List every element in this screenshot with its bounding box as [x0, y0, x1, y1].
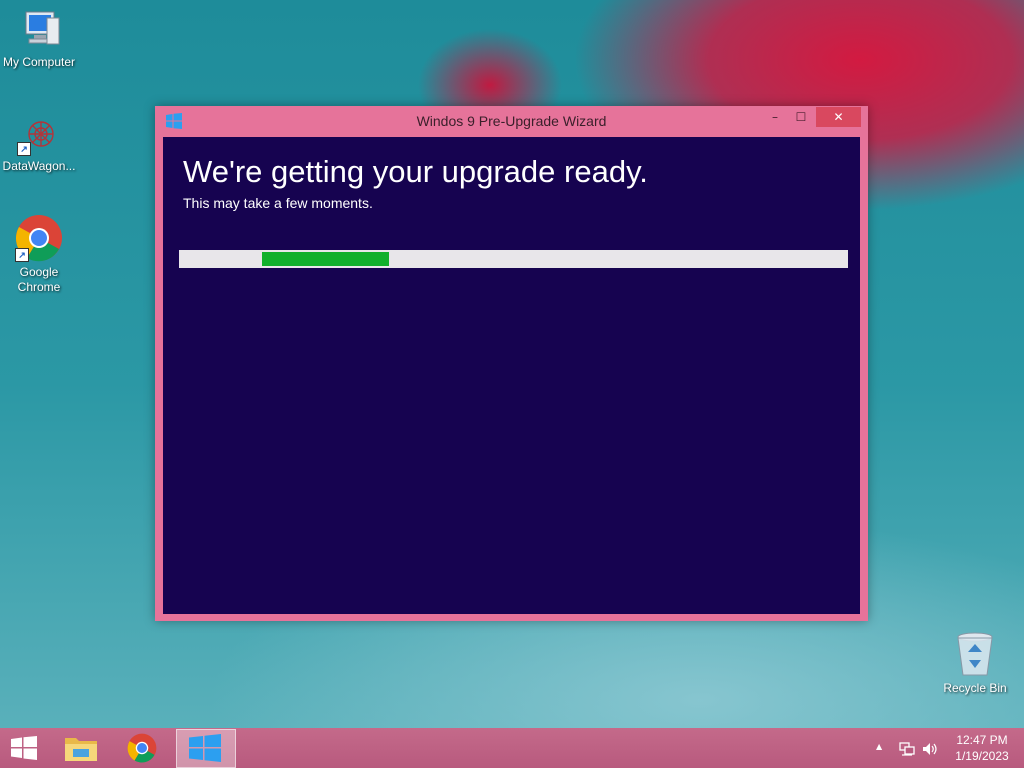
show-hidden-icons-chevron[interactable]: ▲	[876, 742, 882, 751]
taskbar: ▲ 12:47 PM 1/19/2023	[0, 728, 1024, 768]
desktop-icon-datawagon[interactable]: ↗ DataWagon...	[0, 114, 78, 174]
datawagon-icon: ↗	[17, 114, 61, 156]
system-tray: ▲ 12:47 PM 1/19/2023	[870, 728, 1024, 768]
chrome-icon	[127, 733, 157, 767]
computer-icon	[17, 10, 61, 52]
desktop-icon-label: Google Chrome	[17, 265, 61, 294]
windows-logo-icon	[189, 734, 221, 766]
desktop-icon-my-computer[interactable]: My Computer	[0, 10, 78, 70]
start-button[interactable]	[0, 728, 48, 768]
desktop-icon-label: DataWagon...	[2, 159, 76, 173]
network-icon[interactable]	[899, 741, 915, 760]
desktop: My Computer ↗ DataWagon... ↗ Google Chro…	[0, 0, 1024, 768]
shortcut-arrow-icon: ↗	[17, 142, 31, 156]
page-title: We're getting your upgrade ready.	[183, 154, 648, 189]
clock[interactable]: 12:47 PM 1/19/2023	[950, 732, 1014, 764]
clock-date: 1/19/2023	[955, 749, 1009, 763]
progress-indicator	[262, 252, 389, 266]
shortcut-arrow-icon: ↗	[15, 248, 29, 262]
recycle-bin-icon	[955, 630, 995, 678]
clock-time: 12:47 PM	[956, 733, 1008, 747]
desktop-icon-label: Recycle Bin	[943, 681, 1007, 695]
folder-icon	[64, 734, 98, 766]
volume-icon[interactable]	[922, 741, 938, 760]
status-subtext: This may take a few moments.	[183, 195, 373, 211]
maximize-button[interactable]: ☐	[793, 108, 809, 126]
window-title: Windos 9 Pre-Upgrade Wizard	[416, 113, 607, 129]
desktop-icon-recycle-bin[interactable]: Recycle Bin	[936, 630, 1014, 696]
taskbar-file-explorer[interactable]	[52, 728, 110, 768]
pre-upgrade-wizard-window: Windos 9 Pre-Upgrade Wizard – ☐ ✕ We're …	[155, 106, 868, 621]
desktop-icon-label: My Computer	[2, 55, 76, 69]
title-bar[interactable]: Windos 9 Pre-Upgrade Wizard – ☐ ✕	[155, 106, 868, 136]
wizard-content: We're getting your upgrade ready. This m…	[163, 137, 860, 614]
windows-start-icon	[11, 736, 37, 764]
progress-bar	[179, 250, 848, 268]
desktop-icon-google-chrome[interactable]: ↗ Google Chrome	[0, 214, 78, 295]
taskbar-google-chrome[interactable]	[114, 728, 172, 768]
taskbar-pre-upgrade-wizard[interactable]	[176, 729, 236, 768]
chrome-icon: ↗	[15, 214, 63, 262]
close-button[interactable]: ✕	[816, 107, 861, 127]
minimize-button[interactable]: –	[767, 108, 783, 126]
